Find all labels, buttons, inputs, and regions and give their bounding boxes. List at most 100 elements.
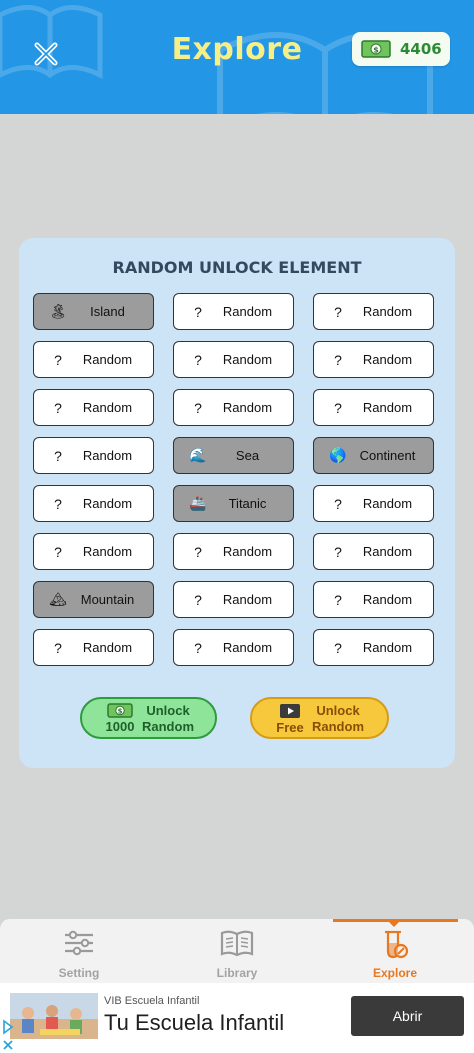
element-icon: 🏝 — [49, 303, 67, 319]
element-label: Random — [82, 448, 133, 463]
element-cell-random[interactable]: ? Random — [33, 341, 154, 378]
coin-count: 4406 — [400, 40, 442, 58]
question-mark-icon: ? — [334, 495, 342, 512]
element-label: Random — [362, 496, 413, 511]
element-label: Random — [222, 592, 273, 607]
tab-setting[interactable]: Setting — [0, 919, 158, 983]
question-mark-icon: ? — [194, 351, 202, 368]
element-cell-random[interactable]: ? Random — [33, 437, 154, 474]
element-cell-random[interactable]: ? Random — [313, 581, 434, 618]
element-cell-unlocked[interactable]: 🌊 Sea — [173, 437, 294, 474]
element-cell-unlocked[interactable]: 🏝 Island — [33, 293, 154, 330]
element-icon: 🏔 — [49, 591, 67, 607]
tab-explore[interactable]: Explore — [316, 919, 474, 983]
element-cell-unlocked[interactable]: 🚢 Titanic — [173, 485, 294, 522]
ad-banner[interactable]: VIB Escuela Infantil Tu Escuela Infantil… — [0, 983, 474, 1053]
question-mark-icon: ? — [334, 543, 342, 560]
element-label: Island — [90, 304, 125, 319]
element-cell-random[interactable]: ? Random — [313, 389, 434, 426]
question-mark-icon: ? — [194, 399, 202, 416]
tab-label: Library — [216, 966, 258, 980]
question-mark-icon: ? — [194, 303, 202, 320]
tab-label: Explore — [372, 966, 417, 980]
element-cell-random[interactable]: ? Random — [313, 533, 434, 570]
element-label: Random — [82, 352, 133, 367]
question-mark-icon: ? — [334, 351, 342, 368]
ad-open-button[interactable]: Abrir — [351, 996, 464, 1036]
element-label: Sea — [235, 448, 260, 463]
question-mark-icon: ? — [194, 639, 202, 656]
unlock-price: Free — [276, 720, 304, 735]
svg-text:$: $ — [118, 708, 123, 716]
question-mark-icon: ? — [194, 543, 202, 560]
ad-photo — [10, 993, 98, 1039]
element-icon: 🌊 — [189, 447, 207, 463]
element-label: Random — [222, 544, 273, 559]
element-icon: 🚢 — [189, 495, 207, 511]
ad-headline[interactable]: Tu Escuela Infantil — [104, 1010, 284, 1036]
element-label: Random — [222, 640, 273, 655]
element-cell-random[interactable]: ? Random — [173, 293, 294, 330]
question-mark-icon: ? — [334, 303, 342, 320]
element-cell-random[interactable]: ? Random — [173, 629, 294, 666]
element-label: Random — [362, 544, 413, 559]
question-mark-icon: ? — [54, 447, 62, 464]
element-label: Continent — [359, 448, 416, 463]
element-label: Random — [82, 544, 133, 559]
element-label: Random — [222, 304, 273, 319]
tab-library[interactable]: Library — [158, 919, 316, 983]
element-cell-random[interactable]: ? Random — [173, 581, 294, 618]
bottom-nav: Setting Library Explore — [0, 919, 474, 983]
tab-label: Setting — [58, 966, 100, 980]
element-label: Random — [362, 640, 413, 655]
element-cell-random[interactable]: ? Random — [313, 629, 434, 666]
element-cell-random[interactable]: ? Random — [33, 389, 154, 426]
element-label: Random — [362, 592, 413, 607]
book-icon — [220, 930, 254, 957]
element-cell-random[interactable]: ? Random — [313, 341, 434, 378]
ad-choices-icon[interactable] — [2, 1019, 14, 1053]
element-cell-unlocked[interactable]: 🏔 Mountain — [33, 581, 154, 618]
element-cell-random[interactable]: ? Random — [313, 293, 434, 330]
random-unlock-panel: RANDOM UNLOCK ELEMENT 🏝 Island? Random? Ran… — [19, 238, 455, 768]
element-cell-random[interactable]: ? Random — [33, 533, 154, 570]
element-cell-random[interactable]: ? Random — [173, 341, 294, 378]
unlock-price: 1000 — [105, 719, 135, 734]
element-cell-random[interactable]: ? Random — [313, 485, 434, 522]
element-cell-random[interactable]: ? Random — [173, 389, 294, 426]
question-mark-icon: ? — [334, 591, 342, 608]
coin-balance: $ 4406 — [352, 32, 450, 66]
unlock-with-money-button[interactable]: $ 1000 Unlock Random — [80, 697, 217, 739]
element-label: Mountain — [80, 592, 135, 607]
unlock-label-line2: Random — [142, 719, 194, 734]
sliders-icon — [65, 930, 93, 956]
unlock-label-line2: Random — [312, 719, 364, 734]
element-label: Random — [362, 352, 413, 367]
element-label: Random — [362, 304, 413, 319]
element-label: Random — [82, 640, 133, 655]
element-label: Titanic — [228, 496, 267, 511]
element-cell-random[interactable]: ? Random — [173, 533, 294, 570]
question-mark-icon: ? — [54, 351, 62, 368]
element-label: Random — [222, 352, 273, 367]
svg-text:$: $ — [373, 46, 379, 55]
element-grid: 🏝 Island? Random? Random? Random? Random? Rand… — [33, 293, 434, 666]
question-mark-icon: ? — [194, 591, 202, 608]
unlock-free-video-button[interactable]: Free Unlock Random — [250, 697, 389, 739]
element-label: Random — [82, 496, 133, 511]
element-icon: 🌎 — [329, 447, 347, 463]
header-bar: Explore $ 4406 — [0, 0, 474, 114]
element-cell-random[interactable]: ? Random — [33, 629, 154, 666]
question-mark-icon: ? — [334, 399, 342, 416]
test-tube-icon — [385, 930, 409, 959]
element-cell-unlocked[interactable]: 🌎 Continent — [313, 437, 434, 474]
question-mark-icon: ? — [54, 639, 62, 656]
question-mark-icon: ? — [54, 495, 62, 512]
element-cell-random[interactable]: ? Random — [33, 485, 154, 522]
ad-image[interactable] — [10, 993, 98, 1039]
video-play-icon — [280, 704, 300, 718]
question-mark-icon: ? — [54, 399, 62, 416]
element-label: Random — [362, 400, 413, 415]
element-label: Random — [222, 400, 273, 415]
unlock-label-line1: Unlock — [316, 703, 360, 718]
